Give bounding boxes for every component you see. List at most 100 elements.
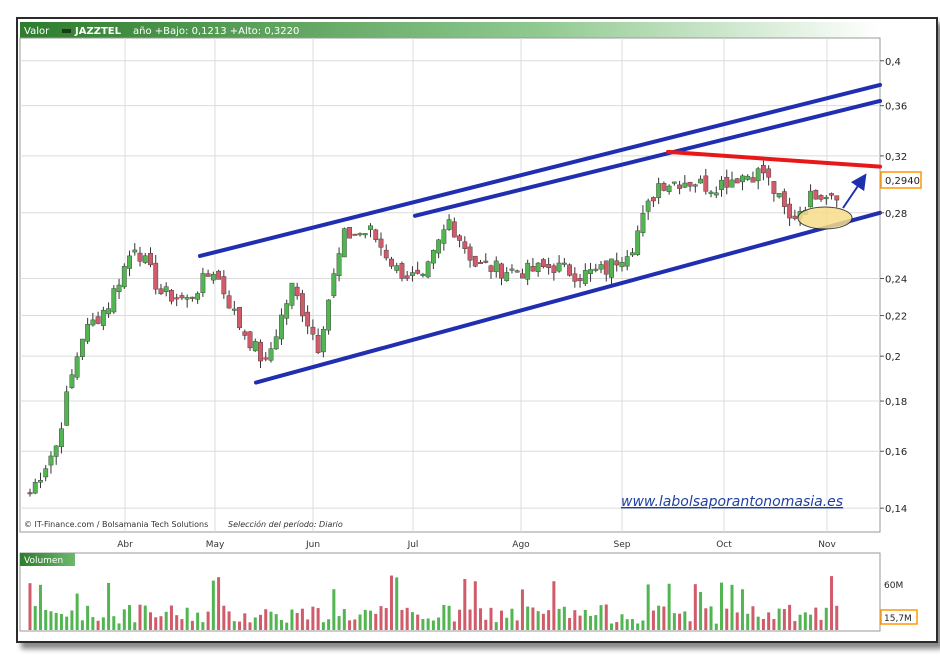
volume-bar bbox=[290, 609, 294, 630]
volume-bar bbox=[91, 617, 95, 630]
volume-bar bbox=[531, 607, 535, 630]
candle-body bbox=[352, 233, 358, 236]
volume-bar bbox=[400, 609, 404, 630]
candle-body bbox=[158, 288, 164, 295]
candle-body bbox=[142, 255, 148, 263]
volume-bar bbox=[395, 577, 399, 630]
candle-body bbox=[43, 468, 49, 478]
volume-bar bbox=[117, 623, 121, 630]
volume-bar bbox=[211, 580, 215, 630]
candle-body bbox=[378, 238, 384, 248]
volume-bar bbox=[720, 582, 724, 630]
volume-bar bbox=[416, 614, 420, 630]
candle-body bbox=[200, 273, 206, 293]
candle-body bbox=[294, 286, 300, 297]
candle-body bbox=[247, 331, 253, 349]
volume-bar bbox=[437, 617, 441, 630]
candle-body bbox=[478, 262, 483, 264]
volume-bar bbox=[536, 611, 540, 630]
candle-body bbox=[436, 239, 442, 254]
volume-bar bbox=[557, 608, 561, 630]
volume-bar bbox=[609, 623, 613, 630]
volume-bar bbox=[206, 611, 210, 630]
volume-bar bbox=[107, 582, 111, 630]
volume-bar bbox=[379, 606, 383, 630]
candle-body bbox=[546, 264, 552, 268]
volume-bar bbox=[227, 611, 231, 630]
trend-line-upper-channel-outer bbox=[198, 82, 882, 258]
volume-bar bbox=[59, 613, 63, 630]
volume-bar bbox=[185, 607, 189, 630]
candle-body bbox=[59, 428, 64, 447]
volume-bar bbox=[798, 614, 802, 630]
candle-body bbox=[231, 308, 237, 311]
volume-bar bbox=[452, 621, 456, 630]
candle-body bbox=[540, 259, 546, 268]
volume-bar bbox=[788, 604, 792, 630]
candle-body bbox=[446, 219, 452, 230]
candle-body bbox=[813, 190, 819, 200]
candle-body bbox=[761, 164, 766, 174]
candle-body bbox=[645, 200, 651, 212]
volume-bar bbox=[101, 617, 105, 630]
candle-body bbox=[268, 348, 274, 361]
candle-body bbox=[719, 179, 724, 190]
volume-bar bbox=[295, 613, 299, 630]
candle-body bbox=[740, 175, 745, 183]
x-tick-label: Jul bbox=[407, 540, 419, 550]
volume-bar bbox=[300, 608, 304, 630]
y-tick-label: 0,14 bbox=[885, 504, 907, 515]
candle-body bbox=[656, 183, 662, 198]
volume-bar bbox=[657, 605, 661, 630]
candle-body bbox=[32, 482, 38, 494]
volume-bar bbox=[484, 619, 488, 630]
volume-bar bbox=[662, 606, 666, 630]
candle-body bbox=[640, 213, 646, 233]
candle-body bbox=[457, 235, 462, 241]
candle-body bbox=[430, 250, 436, 264]
candle-body bbox=[357, 233, 363, 236]
y-axis: 0,4 0,36 0,32 0,28 0,24 0,22 0,2 0,18 0,16 0,14 bbox=[880, 57, 907, 515]
volume-bar bbox=[489, 607, 493, 630]
volume-bar bbox=[761, 618, 765, 630]
volume-bar bbox=[793, 621, 797, 630]
volume-bar bbox=[164, 611, 168, 630]
volume-bar bbox=[777, 608, 781, 630]
candle-body bbox=[818, 195, 824, 200]
candle-body bbox=[708, 191, 714, 194]
volume-bar bbox=[86, 605, 90, 630]
candle-body bbox=[111, 288, 117, 313]
volume-bar bbox=[499, 610, 503, 630]
volume-bar bbox=[583, 609, 587, 630]
volume-bar bbox=[641, 620, 645, 630]
volume-bar bbox=[426, 618, 430, 630]
watermark-link[interactable]: www.labolsaporantonomasia.es bbox=[621, 494, 843, 510]
volume-bar bbox=[835, 605, 839, 630]
candle-body bbox=[148, 253, 153, 266]
candle-body bbox=[48, 455, 54, 466]
candle-body bbox=[724, 176, 730, 188]
candle-body bbox=[415, 269, 421, 274]
volume-bar bbox=[159, 616, 163, 630]
volume-bar bbox=[573, 610, 577, 630]
candle-body bbox=[226, 295, 232, 309]
candle-body bbox=[221, 276, 227, 295]
volume-last-value: 15,7M bbox=[884, 614, 912, 624]
candle-body bbox=[609, 258, 614, 278]
volume-bar bbox=[494, 622, 498, 630]
volume-bar bbox=[688, 621, 692, 630]
volume-bar bbox=[431, 620, 435, 630]
candle-body bbox=[305, 311, 311, 327]
candle-body bbox=[567, 264, 572, 276]
candle-body bbox=[341, 228, 347, 258]
candle-body bbox=[121, 266, 127, 288]
volume-bar bbox=[133, 622, 137, 630]
volume-bar bbox=[746, 613, 750, 630]
candle-body bbox=[153, 262, 159, 290]
candle-body bbox=[184, 297, 190, 300]
volume-bar bbox=[526, 606, 530, 630]
candle-body bbox=[493, 260, 499, 273]
period-text: Selección del período: Diario bbox=[228, 519, 343, 529]
volume-bar bbox=[332, 589, 336, 630]
candle-body bbox=[698, 178, 703, 184]
